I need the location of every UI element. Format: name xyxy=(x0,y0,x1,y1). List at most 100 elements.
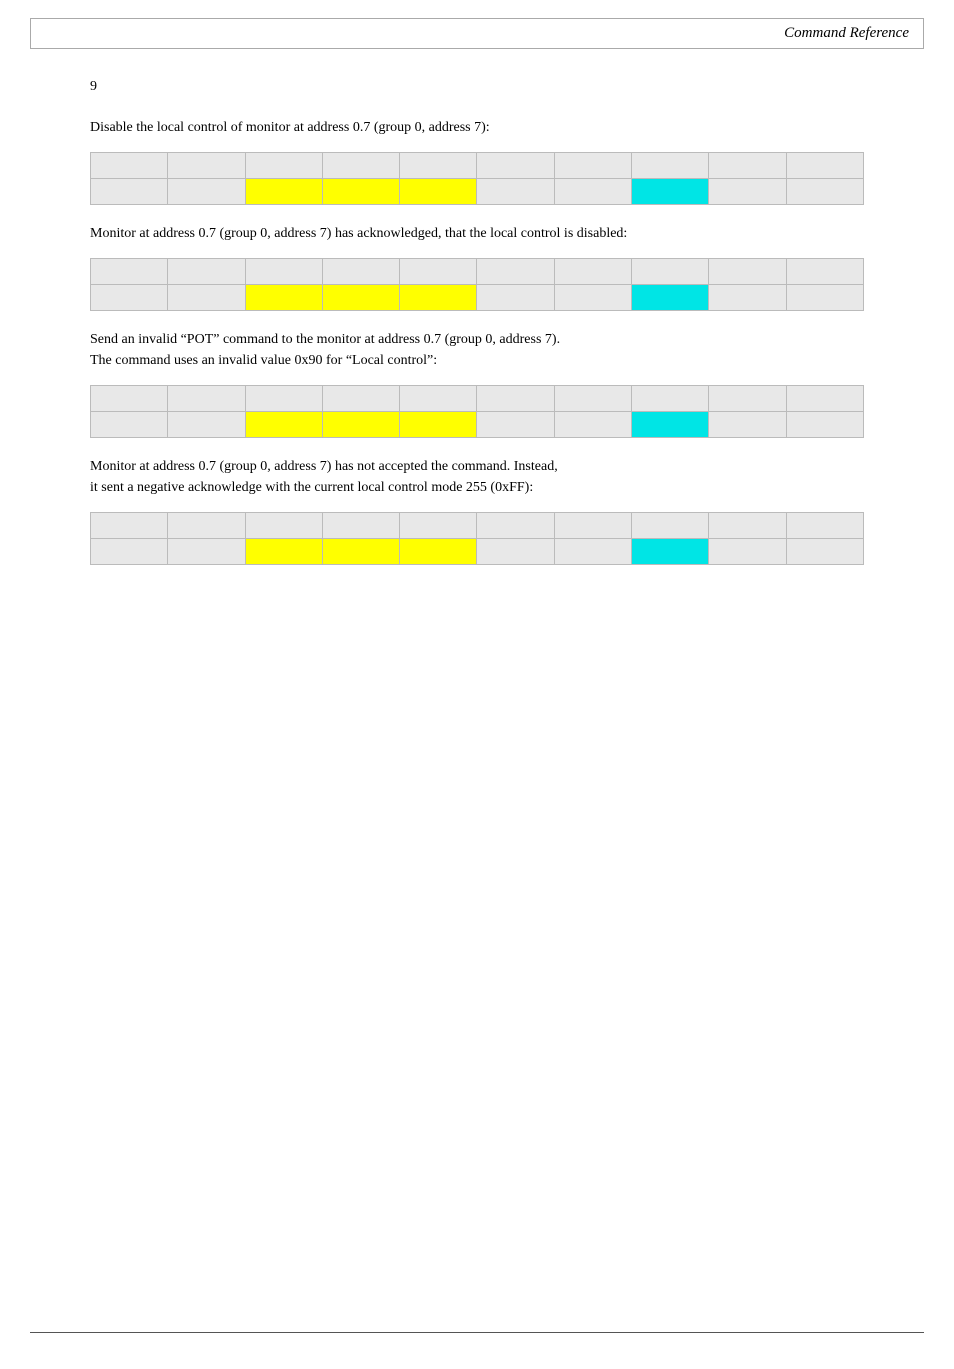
table-cell xyxy=(245,259,322,285)
section-4-text: Monitor at address 0.7 (group 0, address… xyxy=(90,456,864,498)
table-cell xyxy=(245,513,322,539)
table-cell xyxy=(168,179,245,205)
page-number: 9 xyxy=(90,79,864,95)
page-footer xyxy=(30,1332,924,1339)
table-cell xyxy=(322,259,399,285)
table-cell xyxy=(477,179,554,205)
table-cell xyxy=(554,259,631,285)
table-cell xyxy=(245,539,322,565)
table-cell xyxy=(168,386,245,412)
table-cell xyxy=(400,285,477,311)
table-row xyxy=(91,386,864,412)
table-cell xyxy=(709,259,786,285)
table-cell xyxy=(554,285,631,311)
table-cell xyxy=(400,412,477,438)
table-cell xyxy=(245,153,322,179)
table-cell xyxy=(168,153,245,179)
table-cell xyxy=(91,153,168,179)
table-cell xyxy=(477,386,554,412)
table-cell xyxy=(400,386,477,412)
table-row xyxy=(91,153,864,179)
table-cell xyxy=(400,153,477,179)
table-cell xyxy=(554,412,631,438)
table-cell xyxy=(245,179,322,205)
table-cell xyxy=(786,259,863,285)
section-4-line1: Monitor at address 0.7 (group 0, address… xyxy=(90,459,558,474)
table-cell xyxy=(709,285,786,311)
table-row xyxy=(91,412,864,438)
section-3: Send an invalid “POT” command to the mon… xyxy=(90,329,864,438)
table-cell xyxy=(477,153,554,179)
table-cell xyxy=(91,259,168,285)
table-cell xyxy=(91,513,168,539)
table-cell xyxy=(322,179,399,205)
table-cell xyxy=(400,539,477,565)
table-cell xyxy=(477,539,554,565)
table-cell xyxy=(168,285,245,311)
table-cell xyxy=(786,539,863,565)
table-cell xyxy=(632,179,709,205)
table-cell xyxy=(786,412,863,438)
section-4-line2: it sent a negative acknowledge with the … xyxy=(90,480,533,495)
table-cell xyxy=(322,539,399,565)
table-cell xyxy=(477,412,554,438)
table-cell xyxy=(477,285,554,311)
section-3-text1: Send an invalid “POT” command to the mon… xyxy=(90,329,864,371)
table-cell xyxy=(632,153,709,179)
table-cell xyxy=(709,386,786,412)
section-1-text: Disable the local control of monitor at … xyxy=(90,117,864,138)
table-cell xyxy=(168,259,245,285)
table-cell xyxy=(322,153,399,179)
table-cell xyxy=(709,153,786,179)
table-cell xyxy=(477,259,554,285)
table-cell xyxy=(477,513,554,539)
table-cell xyxy=(322,412,399,438)
table-cell xyxy=(709,539,786,565)
table-row xyxy=(91,259,864,285)
section-4: Monitor at address 0.7 (group 0, address… xyxy=(90,456,864,565)
section-3-table xyxy=(90,385,864,438)
section-1: Disable the local control of monitor at … xyxy=(90,117,864,205)
table-cell xyxy=(709,179,786,205)
section-2-table xyxy=(90,258,864,311)
table-cell xyxy=(168,412,245,438)
table-row xyxy=(91,179,864,205)
table-cell xyxy=(91,539,168,565)
header-title: Command Reference xyxy=(784,25,909,41)
table-cell xyxy=(91,386,168,412)
table-cell xyxy=(786,513,863,539)
table-cell xyxy=(322,285,399,311)
section-3-line1: Send an invalid “POT” command to the mon… xyxy=(90,332,560,347)
page-content: 9 Disable the local control of monitor a… xyxy=(0,49,954,643)
table-cell xyxy=(91,412,168,438)
table-cell xyxy=(554,153,631,179)
section-3-line2: The command uses an invalid value 0x90 f… xyxy=(90,353,437,368)
table-cell xyxy=(632,513,709,539)
page-header: Command Reference xyxy=(30,18,924,49)
table-row xyxy=(91,513,864,539)
table-cell xyxy=(786,179,863,205)
table-cell xyxy=(632,259,709,285)
table-cell xyxy=(168,513,245,539)
table-cell xyxy=(400,513,477,539)
table-row xyxy=(91,539,864,565)
table-cell xyxy=(245,412,322,438)
table-cell xyxy=(786,285,863,311)
section-2: Monitor at address 0.7 (group 0, address… xyxy=(90,223,864,311)
table-row xyxy=(91,285,864,311)
table-cell xyxy=(632,539,709,565)
table-cell xyxy=(554,386,631,412)
table-cell xyxy=(632,285,709,311)
section-2-text: Monitor at address 0.7 (group 0, address… xyxy=(90,223,864,244)
table-cell xyxy=(245,285,322,311)
table-cell xyxy=(554,179,631,205)
table-cell xyxy=(168,539,245,565)
section-1-table xyxy=(90,152,864,205)
table-cell xyxy=(91,285,168,311)
table-cell xyxy=(91,179,168,205)
table-cell xyxy=(632,386,709,412)
table-cell xyxy=(554,539,631,565)
section-4-table xyxy=(90,512,864,565)
table-cell xyxy=(400,179,477,205)
table-cell xyxy=(632,412,709,438)
